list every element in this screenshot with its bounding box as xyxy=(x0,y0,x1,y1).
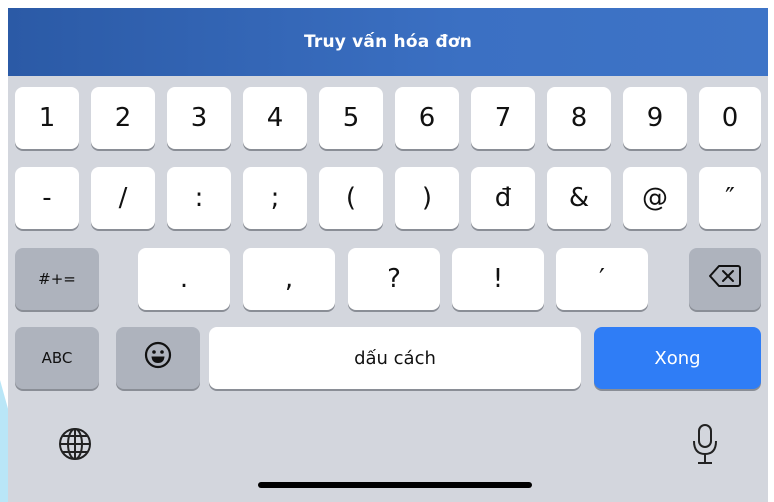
key-4[interactable]: 4 xyxy=(243,87,307,149)
key-comma[interactable]: , xyxy=(243,248,335,310)
microphone-button[interactable] xyxy=(680,419,730,473)
key-slash[interactable]: / xyxy=(91,167,155,229)
key-apostrophe[interactable]: ′ xyxy=(556,248,648,310)
key-period[interactable]: . xyxy=(138,248,230,310)
key-9[interactable]: 9 xyxy=(623,87,687,149)
key-at[interactable]: @ xyxy=(623,167,687,229)
globe-button[interactable] xyxy=(50,421,100,471)
key-3[interactable]: 3 xyxy=(167,87,231,149)
key-hyphen[interactable]: - xyxy=(15,167,79,229)
key-semicolon[interactable]: ; xyxy=(243,167,307,229)
key-1[interactable]: 1 xyxy=(15,87,79,149)
key-0[interactable]: 0 xyxy=(699,87,761,149)
home-indicator xyxy=(258,482,532,488)
space-key[interactable]: dấu cách xyxy=(209,327,581,389)
key-colon[interactable]: : xyxy=(167,167,231,229)
key-2[interactable]: 2 xyxy=(91,87,155,149)
app-header: Truy vấn hóa đơn xyxy=(8,8,768,76)
key-ampersand[interactable]: & xyxy=(547,167,611,229)
page-title: Truy vấn hóa đơn xyxy=(303,32,473,52)
key-7[interactable]: 7 xyxy=(471,87,535,149)
numeric-keyboard: 1 2 3 4 5 6 7 8 9 0 - / : ; ( ) đ & @ ″ … xyxy=(8,76,768,502)
key-open-paren[interactable]: ( xyxy=(319,167,383,229)
key-6[interactable]: 6 xyxy=(395,87,459,149)
backspace-key[interactable] xyxy=(689,248,761,310)
key-question[interactable]: ? xyxy=(348,248,440,310)
symbols-toggle-key[interactable]: #+= xyxy=(15,248,99,310)
abc-key[interactable]: ABC xyxy=(15,327,99,389)
key-8[interactable]: 8 xyxy=(547,87,611,149)
globe-icon xyxy=(56,425,94,468)
backspace-icon xyxy=(708,264,742,295)
key-double-quote[interactable]: ″ xyxy=(699,167,761,229)
key-5[interactable]: 5 xyxy=(319,87,383,149)
key-d-stroke[interactable]: đ xyxy=(471,167,535,229)
emoji-key[interactable] xyxy=(116,327,200,389)
key-close-paren[interactable]: ) xyxy=(395,167,459,229)
emoji-icon xyxy=(143,340,173,377)
microphone-icon xyxy=(690,423,720,470)
key-exclamation[interactable]: ! xyxy=(452,248,544,310)
done-button[interactable]: Xong xyxy=(594,327,761,389)
